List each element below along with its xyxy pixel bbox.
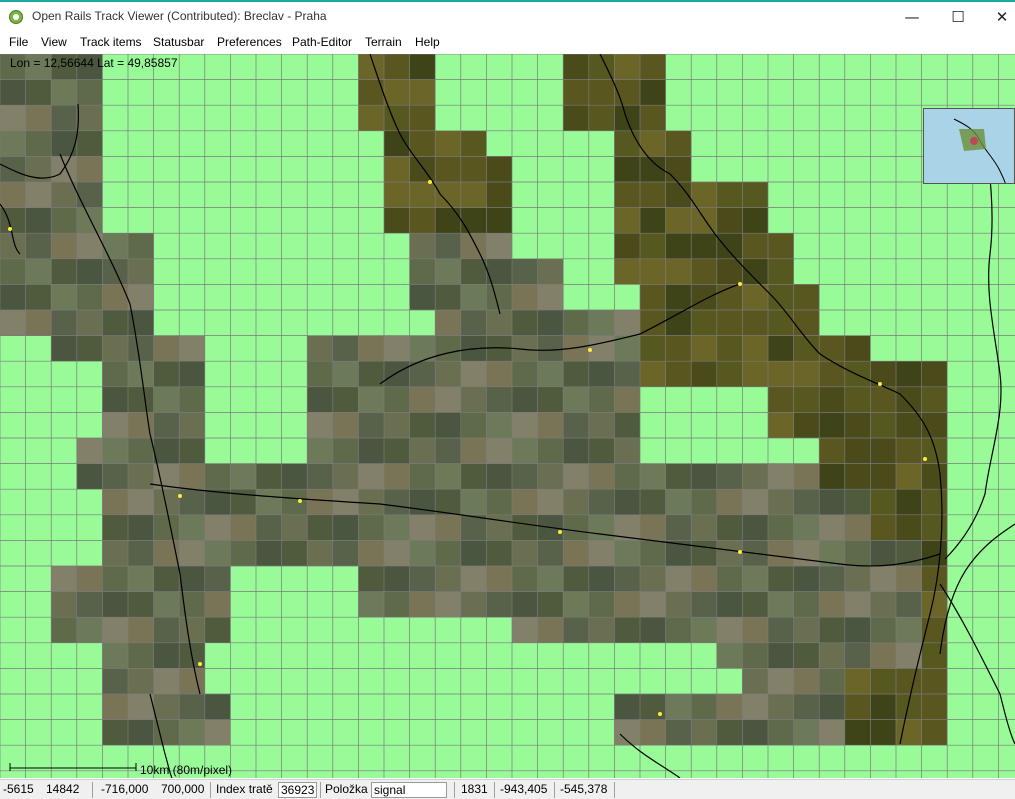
track-line <box>379 283 741 385</box>
track-map-canvas[interactable] <box>0 54 1015 778</box>
status-tile-z: 14842 <box>46 782 80 796</box>
item-label: Položka <box>325 782 368 796</box>
status-world-x: -716,000 <box>101 782 149 796</box>
app-icon <box>9 10 23 24</box>
menu-bar: File View Track items Statusbar Preferen… <box>0 32 1015 53</box>
menu-statusbar[interactable]: Statusbar <box>153 35 204 49</box>
coordinate-readout: Lon = 12,56644 Lat = 49,85857 <box>10 56 178 70</box>
menu-view[interactable]: View <box>41 35 67 49</box>
close-icon[interactable]: ✕ <box>979 4 1015 32</box>
track-line <box>939 583 1015 745</box>
item-x: -943,405 <box>500 782 548 796</box>
item-z: -545,378 <box>560 782 608 796</box>
track-line <box>599 54 943 745</box>
track-index-field[interactable]: 36923 <box>278 782 318 798</box>
track-line <box>619 733 681 778</box>
track-index-label: Index tratě <box>216 782 273 796</box>
minimize-icon[interactable]: — <box>889 4 935 32</box>
item-number: 1831 <box>461 782 488 796</box>
item-field[interactable]: signal <box>371 782 447 798</box>
status-world-z: 700,000 <box>161 782 205 796</box>
menu-help[interactable]: Help <box>415 35 440 49</box>
status-bar: -5615 14842 -716,000 700,000 Index tratě… <box>0 779 1015 799</box>
window-title: Open Rails Track Viewer (Contributed): B… <box>32 9 327 23</box>
scale-label: 10km (80m/pixel) <box>140 763 233 777</box>
track-layer <box>0 54 1015 778</box>
status-tile-x: -5615 <box>3 782 34 796</box>
track-line <box>939 523 1015 655</box>
track-line <box>369 54 501 315</box>
overview-minimap[interactable] <box>923 108 1015 184</box>
track-line <box>59 153 201 695</box>
menu-track-items[interactable]: Track items <box>80 35 142 49</box>
menu-preferences[interactable]: Preferences <box>217 35 282 49</box>
track-line <box>944 133 1002 560</box>
title-bar[interactable]: Open Rails Track Viewer (Contributed): B… <box>0 0 1015 32</box>
menu-terrain[interactable]: Terrain <box>365 35 402 49</box>
track-line <box>149 483 941 567</box>
track-line <box>0 103 80 179</box>
maximize-icon[interactable]: ☐ <box>935 4 981 32</box>
menu-path-editor[interactable]: Path-Editor <box>292 35 352 49</box>
scale-bar <box>9 763 137 771</box>
menu-file[interactable]: File <box>9 35 28 49</box>
